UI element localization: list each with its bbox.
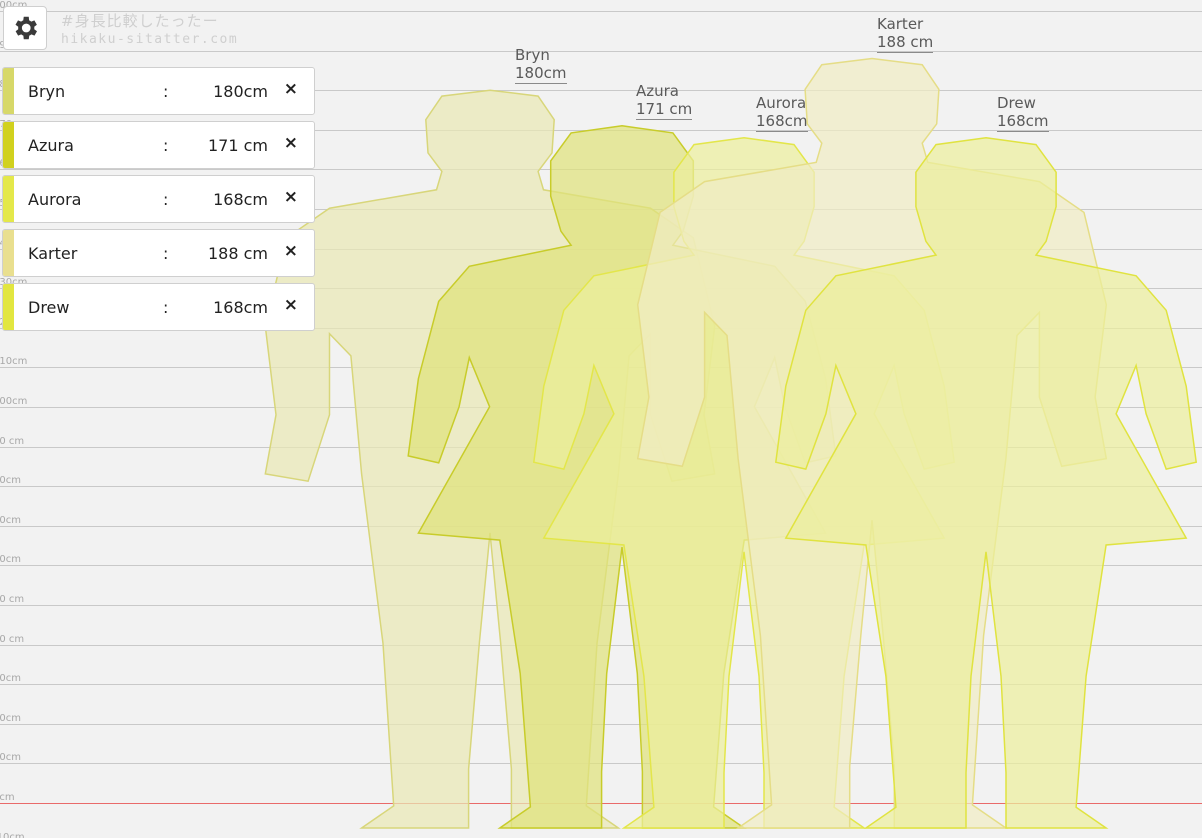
- separator: :: [163, 82, 169, 101]
- remove-icon[interactable]: ×: [284, 133, 298, 153]
- color-swatch[interactable]: [3, 122, 14, 168]
- tag-name: Karter: [877, 14, 924, 33]
- person-name: Azura: [28, 136, 74, 155]
- person-row-azura[interactable]: Azura : 171 cm ×: [2, 121, 315, 169]
- person-name: Aurora: [28, 190, 82, 209]
- separator: :: [163, 136, 169, 155]
- person-name: Bryn: [28, 82, 66, 101]
- color-swatch[interactable]: [3, 176, 14, 222]
- person-name: Karter: [28, 244, 78, 263]
- person-height: 171 cm: [207, 136, 268, 155]
- brand-title: #身長比較したったー: [61, 12, 219, 30]
- person-height: 168cm: [213, 190, 268, 209]
- remove-icon[interactable]: ×: [284, 187, 298, 207]
- person-row-karter[interactable]: Karter : 188 cm ×: [2, 229, 315, 277]
- color-swatch[interactable]: [3, 284, 14, 330]
- separator: :: [163, 244, 169, 263]
- settings-button[interactable]: [3, 6, 47, 50]
- brand-url: hikaku-sitatter.com: [61, 32, 239, 47]
- remove-icon[interactable]: ×: [284, 241, 298, 261]
- person-height: 180cm: [213, 82, 268, 101]
- separator: :: [163, 298, 169, 317]
- tag-name: Bryn: [515, 46, 550, 65]
- comparison-stage: 200cm190cm180cm170cm160cm150cm140cm130cm…: [0, 0, 1202, 838]
- name-tag-azura: Azura 171 cm: [636, 81, 693, 120]
- tag-name: Aurora: [756, 93, 807, 112]
- color-swatch[interactable]: [3, 68, 14, 114]
- color-swatch[interactable]: [3, 230, 14, 276]
- tag-height: 188 cm: [877, 32, 934, 53]
- remove-icon[interactable]: ×: [284, 295, 298, 315]
- tag-height: 180cm: [515, 64, 567, 85]
- person-list: Bryn : 180cm × Azura : 171 cm × Aurora :…: [2, 67, 315, 337]
- name-tag-bryn: Bryn 180cm: [515, 46, 567, 85]
- tag-height: 168cm: [997, 111, 1049, 132]
- tag-height: 171 cm: [636, 99, 693, 120]
- tag-name: Drew: [997, 93, 1036, 112]
- name-tag-aurora: Aurora 168cm: [756, 94, 808, 132]
- tag-height: 168cm: [756, 111, 808, 132]
- name-tag-karter: Karter 188 cm: [877, 14, 934, 53]
- tag-name: Azura: [636, 81, 680, 100]
- gear-icon: [15, 16, 38, 40]
- remove-icon[interactable]: ×: [284, 79, 298, 99]
- brand: #身長比較したったー hikaku-sitatter.com: [61, 11, 238, 49]
- person-name: Drew: [28, 298, 70, 317]
- person-height: 188 cm: [207, 244, 268, 263]
- person-height: 168cm: [213, 298, 268, 317]
- separator: :: [163, 190, 169, 209]
- name-tag-drew: Drew 168cm: [997, 94, 1049, 132]
- person-row-bryn[interactable]: Bryn : 180cm ×: [2, 67, 315, 115]
- person-row-aurora[interactable]: Aurora : 168cm ×: [2, 175, 315, 223]
- person-row-drew[interactable]: Drew : 168cm ×: [2, 283, 315, 331]
